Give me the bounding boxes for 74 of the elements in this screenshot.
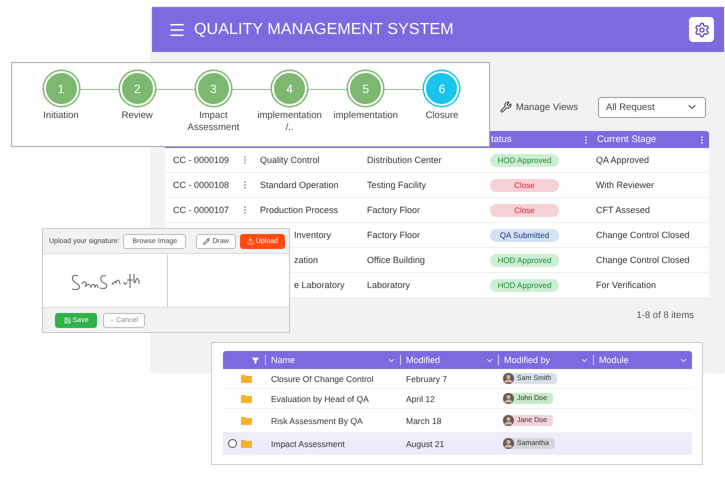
- column-header: Modified: [406, 355, 440, 365]
- status-badge: HOD Approved: [490, 254, 559, 266]
- step-label: implementation /..: [256, 110, 323, 134]
- filter-icon[interactable]: [252, 356, 259, 364]
- folder-icon: [241, 416, 252, 425]
- pencil-icon: [203, 238, 210, 244]
- folder-icon: [241, 439, 252, 448]
- radio-button[interactable]: [228, 439, 237, 448]
- modified-date: March 18: [405, 416, 442, 426]
- table-cell-text: CFT Assesed: [595, 205, 651, 215]
- table-cell-text: CC - 0000109: [172, 155, 230, 165]
- table-cell-text: Inventory: [293, 230, 332, 240]
- avatar-icon: [503, 373, 514, 384]
- close-icon: [110, 316, 114, 324]
- modified-date: April 12: [405, 394, 436, 404]
- file-name: Impact Assessment: [270, 438, 346, 448]
- modified-date: February 7: [405, 374, 448, 384]
- file-name: Evaluation by Head of QA: [270, 394, 370, 404]
- step-circle[interactable]: 4: [272, 71, 308, 106]
- table-cell-text: With Reviewer: [595, 180, 656, 190]
- status-badge: Close: [490, 204, 559, 216]
- table-cell-text: QA Approved: [595, 155, 650, 165]
- table-cell-text: Quality Control: [260, 155, 321, 165]
- settings-button[interactable]: [689, 17, 714, 42]
- status-badge: QA Submitted: [490, 228, 559, 242]
- table-cell-text: For Verification: [595, 280, 658, 290]
- avatar-icon: [503, 415, 514, 426]
- table-cell-text: Testing Facility: [367, 180, 428, 190]
- file-name: Risk Assessment By QA: [270, 416, 364, 426]
- request-filter-select[interactable]: All Request: [598, 96, 706, 118]
- upload-icon: [246, 238, 254, 244]
- step-label: Initiation: [42, 110, 80, 122]
- table-cell-text: CC - 0000108: [172, 180, 230, 190]
- table-cell-text: Production Process: [260, 205, 340, 215]
- status-badge: HOD Approved: [490, 154, 559, 166]
- file-name: Closure Of Change Control: [270, 374, 375, 384]
- settings-icon: [694, 22, 710, 38]
- table-cell-text: Change Control Closed: [595, 255, 691, 265]
- table-cell-text: Factory Floor: [367, 230, 422, 240]
- column-header: Module: [599, 355, 629, 365]
- column-header: tatus: [491, 134, 512, 145]
- save-icon: [64, 316, 71, 324]
- table-cell-text: zation: [293, 255, 320, 265]
- step-label: Review: [120, 110, 154, 122]
- table-cell-text: Distribution Center: [367, 155, 443, 165]
- table-cell-text: Change Control Closed: [595, 230, 691, 240]
- step-label: Closure: [424, 110, 460, 122]
- table-cell-text: e Laboratory: [293, 280, 346, 290]
- table-cell-text: Laboratory: [367, 280, 412, 290]
- avatar-icon: [503, 393, 514, 404]
- step-label: implementation: [332, 110, 399, 122]
- table-cell-text: CC - 0000107: [172, 205, 230, 215]
- status-badge: HOD Approved: [490, 278, 559, 292]
- step-circle[interactable]: 1: [44, 71, 78, 106]
- step-label: Impact Assessment: [186, 110, 240, 134]
- folder-icon: [241, 394, 252, 403]
- column-header: Current Stage: [596, 134, 656, 145]
- column-header: Name: [271, 355, 296, 365]
- app-title: QUALITY MANAGEMENT SYSTEM: [194, 20, 455, 38]
- manage-views-button[interactable]: Manage Views: [500, 101, 578, 113]
- step-circle[interactable]: 2: [120, 71, 155, 106]
- pagination-text: 1-8 of 8 items: [636, 310, 694, 321]
- table-cell-text: Office Building: [367, 255, 426, 265]
- folder-icon: [241, 374, 252, 383]
- table-cell-text: Factory Floor: [367, 205, 422, 215]
- status-badge: Close: [490, 178, 559, 192]
- step-circle[interactable]: 6: [424, 71, 460, 106]
- wrench-icon: [500, 101, 512, 113]
- table-cell-text: Standard Operation: [260, 180, 340, 190]
- step-circle[interactable]: 5: [348, 71, 384, 106]
- step-circle[interactable]: 3: [196, 71, 231, 106]
- column-header: Modified by: [504, 355, 550, 365]
- avatar-icon: [503, 438, 514, 449]
- modified-date: August 21: [405, 438, 446, 448]
